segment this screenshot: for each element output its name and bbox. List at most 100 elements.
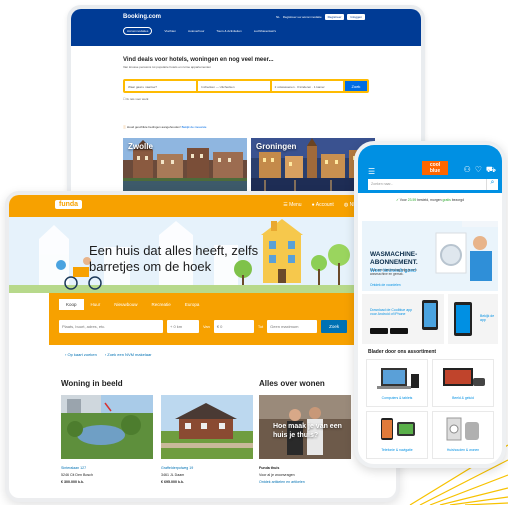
tab-nieuwbouw[interactable]: Nieuwbouw xyxy=(107,299,144,310)
logo-line-2: blue xyxy=(429,168,441,174)
menu-icon: ☰ xyxy=(283,202,288,208)
hamburger-icon[interactable]: ☰ xyxy=(368,167,375,176)
heart-icon[interactable]: ♡ xyxy=(475,165,482,175)
listing-city: 3461 JL Daam xyxy=(161,473,185,477)
coolblue-header: ☰ cool blue ⚇ ♡ ⛟ xyxy=(358,145,502,179)
destination-input[interactable]: Waar gaat u naartoe? xyxy=(125,81,199,91)
checkbox-label: Ik reis voor werk xyxy=(126,97,149,101)
search-icon[interactable]: ⌕ xyxy=(486,179,498,190)
booking-nav: Accommodaties Vluchten Autoverhuur Tours… xyxy=(123,27,276,35)
funda-header: funda ☰ Menu ● Account ◍ NL xyxy=(9,195,396,217)
booking-title: Vind deals voor hotels, woningen en nog … xyxy=(123,57,274,63)
news-card[interactable]: Hoe maak je van een huis je thuis? xyxy=(259,395,351,459)
listing-image xyxy=(161,395,253,459)
nav-attractions[interactable]: Tours & Activiteiten xyxy=(216,29,241,35)
funda-search-button[interactable]: Zoek xyxy=(321,320,348,333)
funda-logo[interactable]: funda xyxy=(55,200,83,209)
news-link[interactable]: Ontdek artikelen en artikelen xyxy=(259,479,305,486)
dates-input[interactable]: Inchecken — Uitchecken xyxy=(198,81,272,91)
category-telefonie[interactable]: Telefonie & navigatie xyxy=(366,411,428,459)
listing-street[interactable]: Graffelderpolweg 19 xyxy=(161,465,193,472)
city-card-zwolle[interactable]: Zwolle xyxy=(123,138,247,194)
coolblue-screen: ☰ cool blue ⚇ ♡ ⛟ Zoeken naar... ⌕ ✓ Voor… xyxy=(354,141,506,468)
login-button[interactable]: Inloggen xyxy=(347,14,365,20)
banner-link[interactable]: Ontdek de voordelen xyxy=(370,283,401,287)
usp-suffix: bezorgd xyxy=(451,198,464,202)
funda-search-fields: Plaats, buurt, adres, etc. + 0 km Van € … xyxy=(59,320,348,333)
category-beeld[interactable]: Beeld & geluid xyxy=(432,359,494,407)
listing-street[interactable]: Sinteralaan 127 xyxy=(61,465,93,472)
info-icon: ⓘ xyxy=(123,125,127,129)
listing-price: € 300.000 k.k. xyxy=(61,480,84,484)
map-search-label: Op kaart zoeken xyxy=(67,352,97,357)
tab-koop[interactable]: Koop xyxy=(59,299,84,310)
nav-flights[interactable]: Vluchten xyxy=(164,29,176,35)
city-label: Groningen xyxy=(256,142,297,151)
booking-search-button[interactable]: Zoek xyxy=(344,81,367,91)
notice-link[interactable]: Bekijk de nieuwste xyxy=(182,125,207,129)
listing-photo-2[interactable] xyxy=(161,395,253,459)
phone-icon xyxy=(381,418,415,440)
coolblue-logo[interactable]: cool blue xyxy=(422,161,448,175)
app-store-badges xyxy=(370,300,438,334)
listing-caption-1: Sinteralaan 127 5246 Cit Den Bosch € 300… xyxy=(61,465,93,486)
find-agent-link[interactable]: › Zoek een NVM makelaar xyxy=(105,352,152,357)
listing-image xyxy=(61,395,153,459)
funda-menu: ☰ Menu ● Account ◍ NL xyxy=(283,202,356,208)
menu-label: Menu xyxy=(289,202,302,208)
category-label: Computers & tablets xyxy=(381,396,413,400)
language-link[interactable]: NL xyxy=(276,15,280,19)
coolblue-search-input[interactable]: Zoeken naar... xyxy=(368,179,486,190)
usp-time: 23.59 xyxy=(407,198,417,202)
account-button[interactable]: ● Account xyxy=(312,202,334,208)
usp-mid: besteld, morgen xyxy=(417,198,442,202)
usp-free: gratis xyxy=(442,198,451,202)
tab-huur[interactable]: Huur xyxy=(84,299,108,310)
business-travel-checkbox[interactable]: ☐ Ik reis voor werk xyxy=(123,97,148,101)
listing-photo-1[interactable] xyxy=(61,395,153,459)
user-icon: ● xyxy=(311,202,315,208)
funda-links: › Op kaart zoeken › Zoek een NVM makelaa… xyxy=(65,352,152,357)
funda-tabs: Koop Huur Nieuwbouw Recreatie Europa xyxy=(59,299,206,310)
app-promo[interactable]: Download de Coolblue app voor Android of… xyxy=(362,294,444,344)
promo-banner[interactable]: WASMACHINE- ABONNEMENT. Weer timmeels goed… xyxy=(362,221,498,291)
notice-text: Houd geschikte bedingen aangehouden! xyxy=(126,125,181,129)
tv-icon xyxy=(443,368,485,386)
banner-title-1: WASMACHINE- xyxy=(370,251,418,258)
funda-search-panel: Koop Huur Nieuwbouw Recreatie Europa Pla… xyxy=(49,293,361,345)
price-from-label: Van xyxy=(203,324,210,329)
register-button[interactable]: Registreer xyxy=(324,14,345,20)
coolblue-search: Zoeken naar... ⌕ xyxy=(358,179,502,193)
cart-icon[interactable]: ⛟ xyxy=(486,165,496,175)
radius-select[interactable]: + 0 km xyxy=(167,320,199,333)
city-label: Zwolle xyxy=(128,142,153,151)
news-desc: Voor al je woonvragen xyxy=(259,473,295,477)
assortment-title: Blader door ons assortiment xyxy=(368,349,437,355)
list-property-link[interactable]: Registreer uw accommodatie xyxy=(283,15,322,19)
category-computers[interactable]: Computers & tablets xyxy=(366,359,428,407)
news-quote: Hoe maak je van een huis je thuis? xyxy=(273,423,342,439)
price-from-select[interactable]: € 0 xyxy=(213,320,254,333)
news-caption: Funda thuis Voor al je woonvragen Ontdek… xyxy=(259,465,305,486)
nav-car-rental[interactable]: Autoverhuur xyxy=(188,29,204,35)
booking-hero: Vind deals voor hotels, woningen en nog … xyxy=(123,57,383,69)
tab-recreatie[interactable]: Recreatie xyxy=(145,299,178,310)
price-to-select[interactable]: Geen maximum xyxy=(267,320,318,333)
app-promo-2-text: Bekijk de app xyxy=(480,314,495,322)
nav-stays[interactable]: Accommodaties xyxy=(123,27,153,35)
laptop-icon xyxy=(377,368,419,389)
account-label: Account xyxy=(315,202,334,208)
map-search-link[interactable]: › Op kaart zoeken xyxy=(65,352,97,357)
booking-header: Booking.com NL Registreer uw accommodati… xyxy=(71,9,421,46)
listing-caption-2: Graffelderpolweg 19 3461 JL Daam € 695.0… xyxy=(161,465,193,486)
booking-logo[interactable]: Booking.com xyxy=(123,14,161,20)
tab-europa[interactable]: Europa xyxy=(178,299,207,310)
app-promo-2[interactable]: Bekijk de app xyxy=(448,294,498,344)
place-input[interactable]: Plaats, buurt, adres, etc. xyxy=(59,320,163,333)
guests-input[interactable]: 2 volwassenen · 0 kinderen · 1 kamer xyxy=(272,81,345,91)
category-huishouden[interactable]: Huishouden & wonen xyxy=(432,411,494,459)
nav-taxis[interactable]: Luchthaventaxi's xyxy=(254,29,276,35)
check-icon: ✓ xyxy=(396,198,399,202)
user-icon[interactable]: ⚇ xyxy=(464,165,471,175)
menu-button[interactable]: ☰ Menu xyxy=(283,202,301,208)
